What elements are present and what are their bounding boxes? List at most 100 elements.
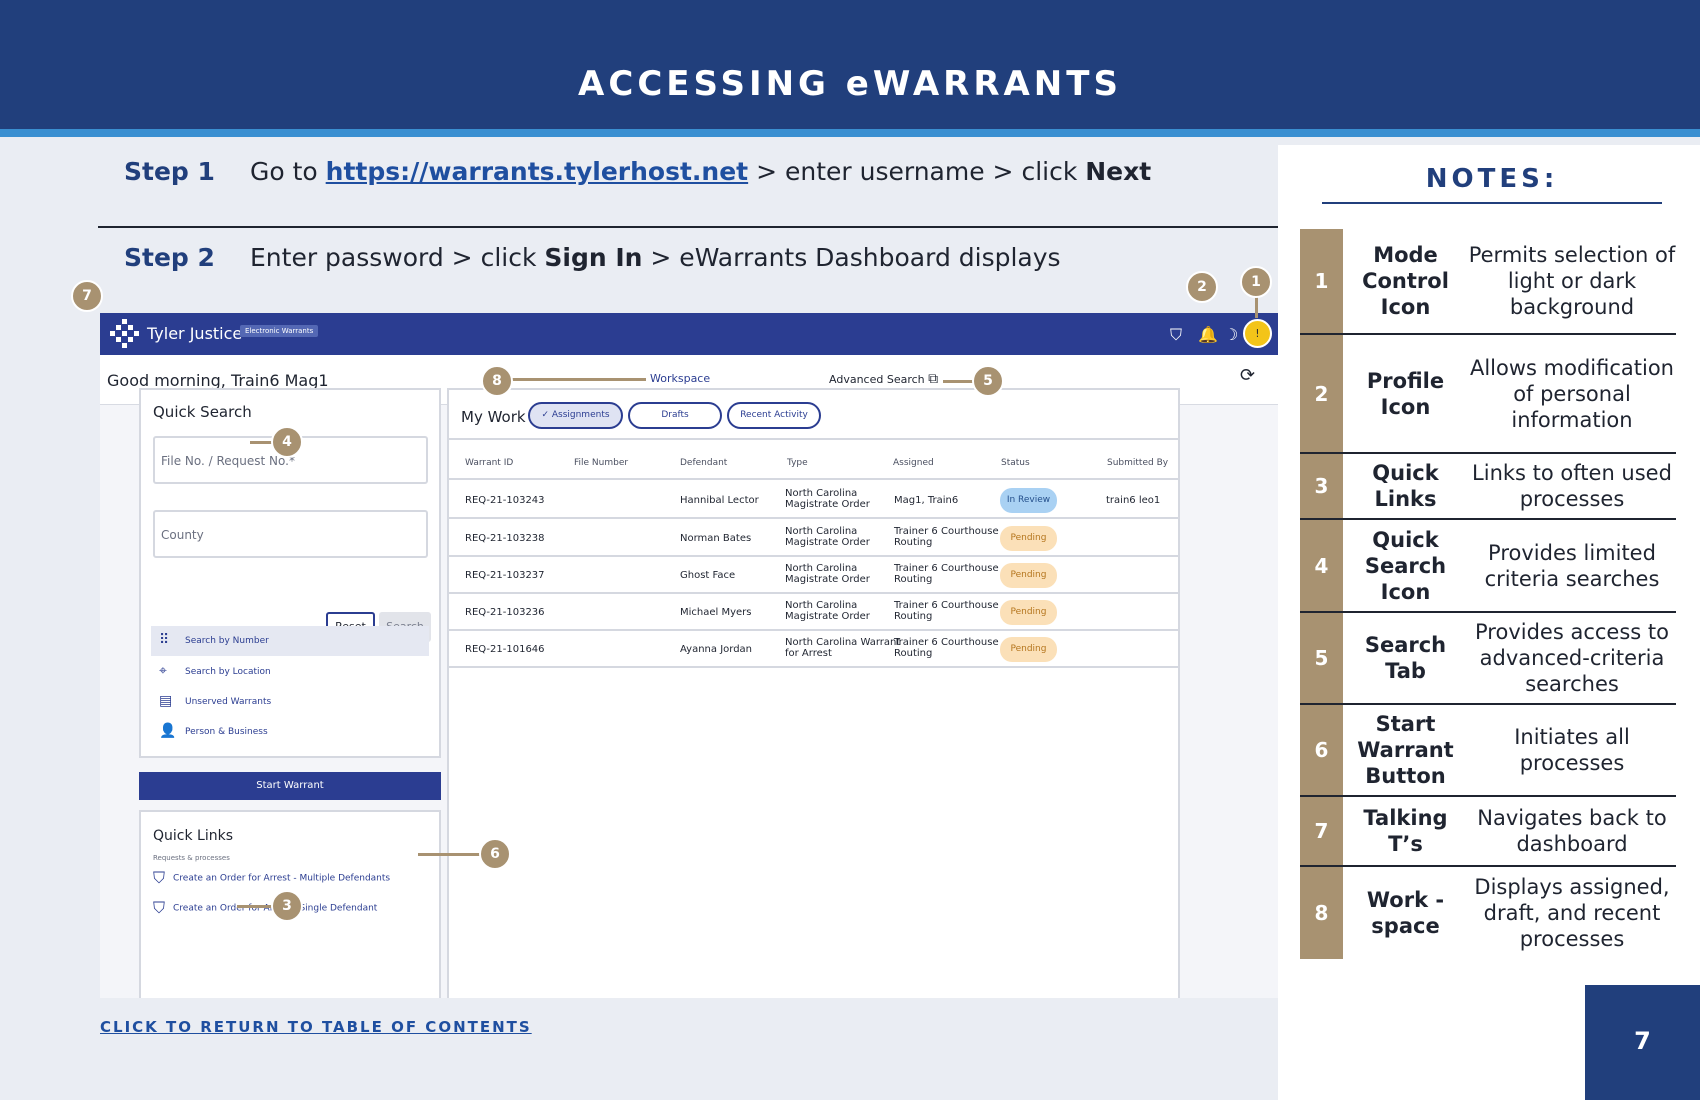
warrant-type-line: for Arrest: [785, 648, 832, 659]
notes-description: Allows modification of personal informat…: [1469, 355, 1674, 432]
callout-6: 6: [479, 838, 511, 870]
notes-row: 8 Work -space Displays assigned, draft, …: [1300, 867, 1676, 959]
column-header[interactable]: Warrant ID: [465, 458, 513, 468]
filter-recent-activity[interactable]: Recent Activity: [727, 402, 821, 429]
assigned-line: Trainer 6 Courthouse: [894, 637, 999, 648]
talking-ts-logo-icon[interactable]: [108, 317, 142, 351]
page-header: ACCESSING eWARRANTS: [0, 0, 1700, 137]
table-row[interactable]: REQ-21-103243 Hannibal Lector North Caro…: [449, 482, 1179, 519]
callout-3-leader: [237, 905, 273, 908]
step-2-text-post: > eWarrants Dashboard displays: [642, 243, 1061, 272]
app-top-bar: Tyler Justice Electronic Warrants ⛉ 🔔 ☽ …: [100, 313, 1278, 355]
warrant-type: North Carolina Magistrate Order: [785, 600, 870, 622]
quick-search-by-location[interactable]: ⌖ Search by Location: [151, 657, 429, 687]
quick-search-by-number[interactable]: ⠿ Search by Number: [151, 626, 429, 656]
start-warrant-button[interactable]: Start Warrant: [139, 772, 441, 800]
filter-drafts[interactable]: Drafts: [628, 402, 722, 429]
column-header[interactable]: Type: [787, 458, 808, 468]
shield-icon[interactable]: ⛉: [1170, 325, 1182, 345]
warrant-type: North Carolina Magistrate Order: [785, 526, 870, 548]
status-badge: Pending: [1000, 637, 1057, 662]
table-row[interactable]: REQ-21-103237 Ghost Face North Carolina M…: [449, 557, 1179, 594]
moon-icon[interactable]: ☽: [1224, 325, 1238, 344]
warrant-id: REQ-21-101646: [465, 644, 545, 655]
column-header[interactable]: File Number: [574, 458, 628, 468]
status-badge: Pending: [1000, 563, 1057, 588]
refresh-icon[interactable]: ⟳: [1240, 365, 1255, 386]
notes-row: 6 Start Warrant Button Initiates all pro…: [1300, 705, 1676, 797]
step-1: Step 1 Go to https://warrants.tylerhost.n…: [124, 157, 1151, 186]
assigned-line: Routing: [894, 648, 933, 659]
notes-number: 4: [1300, 520, 1343, 611]
table-row[interactable]: REQ-21-103238 Norman Bates North Carolin…: [449, 520, 1179, 557]
quick-search-unserved[interactable]: ▤ Unserved Warrants: [151, 687, 429, 717]
county-input[interactable]: County: [153, 510, 428, 558]
warrant-id: REQ-21-103238: [465, 533, 545, 544]
defendant: Ghost Face: [680, 570, 736, 581]
external-link-icon: ⧉: [928, 371, 939, 387]
quick-link-label: Create an Order for Arrest - Multiple De…: [173, 873, 391, 884]
filter-assignments[interactable]: ✓ Assignments: [528, 402, 623, 429]
bell-icon[interactable]: 🔔: [1198, 325, 1218, 344]
notes-title-rule: [1322, 202, 1662, 204]
notes-term: Search Tab: [1364, 633, 1447, 683]
quick-link-single-defendant[interactable]: ⛉Create an Order for Arrest - Single Def…: [153, 898, 377, 918]
assigned-line: Routing: [894, 537, 933, 548]
quick-link-multiple-defendants[interactable]: ⛉ Create an Order for Arrest - Multiple D…: [153, 868, 390, 888]
brand-name: Tyler Justice: [147, 324, 243, 343]
warrants-url-link[interactable]: https://warrants.tylerhost.net: [326, 157, 748, 186]
tab-workspace[interactable]: Workspace: [650, 372, 710, 385]
notes-title: NOTES:: [1425, 164, 1559, 194]
check-icon: ✓: [541, 410, 549, 420]
quick-links-subtitle: Requests & processes: [153, 854, 230, 862]
defendant: Hannibal Lector: [680, 495, 759, 506]
filter-label: Assignments: [551, 410, 610, 420]
profile-avatar[interactable]: !: [1243, 319, 1272, 348]
callout-4-leader: [250, 441, 273, 444]
work-table-header: Warrant ID File Number Defendant Type As…: [449, 438, 1179, 480]
step-2-text: Enter password > click: [250, 243, 545, 272]
warrant-type-line: Magistrate Order: [785, 537, 870, 548]
table-row[interactable]: REQ-21-103236 Michael Myers North Caroli…: [449, 594, 1179, 631]
badge-shield-icon: ⛉: [153, 898, 166, 917]
quick-search-person-business[interactable]: 👤 Person & Business: [151, 717, 429, 747]
notes-number: 7: [1300, 797, 1343, 865]
page-number-box: 7: [1585, 985, 1700, 1100]
status-badge: Pending: [1000, 600, 1057, 625]
callout-5: 5: [972, 365, 1004, 397]
badge-shield-icon: ⛉: [153, 868, 166, 887]
tab-advanced-search[interactable]: Advanced Search ⧉: [829, 371, 938, 387]
step-1-text: Go to: [250, 157, 326, 186]
tab-advanced-label: Advanced Search: [829, 373, 925, 386]
notes-table: 1 Mode Control Icon Permits selection of…: [1300, 229, 1676, 959]
status-badge: Pending: [1000, 526, 1057, 551]
callout-4: 4: [271, 426, 303, 458]
notes-description: Provides access to advanced-criteria sea…: [1475, 620, 1669, 696]
assigned-line: Routing: [894, 574, 933, 585]
notes-row: 5 Search Tab Provides access to advanced…: [1300, 613, 1676, 705]
quick-search-item-label: Search by Location: [185, 667, 271, 677]
column-header[interactable]: Defendant: [680, 458, 727, 468]
crosshair-icon: ⌖: [159, 663, 167, 679]
column-header[interactable]: Status: [1001, 458, 1030, 468]
table-row[interactable]: REQ-21-101646 Ayanna Jordan North Caroli…: [449, 631, 1179, 668]
column-header[interactable]: Assigned: [893, 458, 934, 468]
quick-search-item-label: Person & Business: [185, 727, 268, 737]
callout-5-leader: [943, 380, 974, 383]
page-title: ACCESSING eWARRANTS: [578, 64, 1122, 104]
assigned: Mag1, Train6: [894, 495, 959, 506]
person-icon: 👤: [159, 723, 177, 739]
step-1-text-mid: > enter username > click: [748, 157, 1086, 186]
notes-description: Permits selection of light or dark backg…: [1468, 243, 1676, 319]
step-1-label: Step 1: [124, 157, 215, 186]
callout-1-leader: [1255, 296, 1258, 318]
column-header[interactable]: Submitted By: [1107, 458, 1168, 468]
warrant-type-line: North Carolina: [785, 526, 858, 537]
quick-search-title: Quick Search: [153, 403, 252, 421]
return-to-toc-link[interactable]: CLICK TO RETURN TO TABLE OF CONTENTS: [100, 1018, 532, 1036]
notes-number: 1: [1300, 229, 1343, 333]
callout-1: 1: [1240, 266, 1272, 298]
notes-row: 1 Mode Control Icon Permits selection of…: [1300, 229, 1676, 335]
callout-3: 3: [271, 890, 303, 922]
notes-row: 4 Quick Search Icon Provides limited cri…: [1300, 520, 1676, 613]
